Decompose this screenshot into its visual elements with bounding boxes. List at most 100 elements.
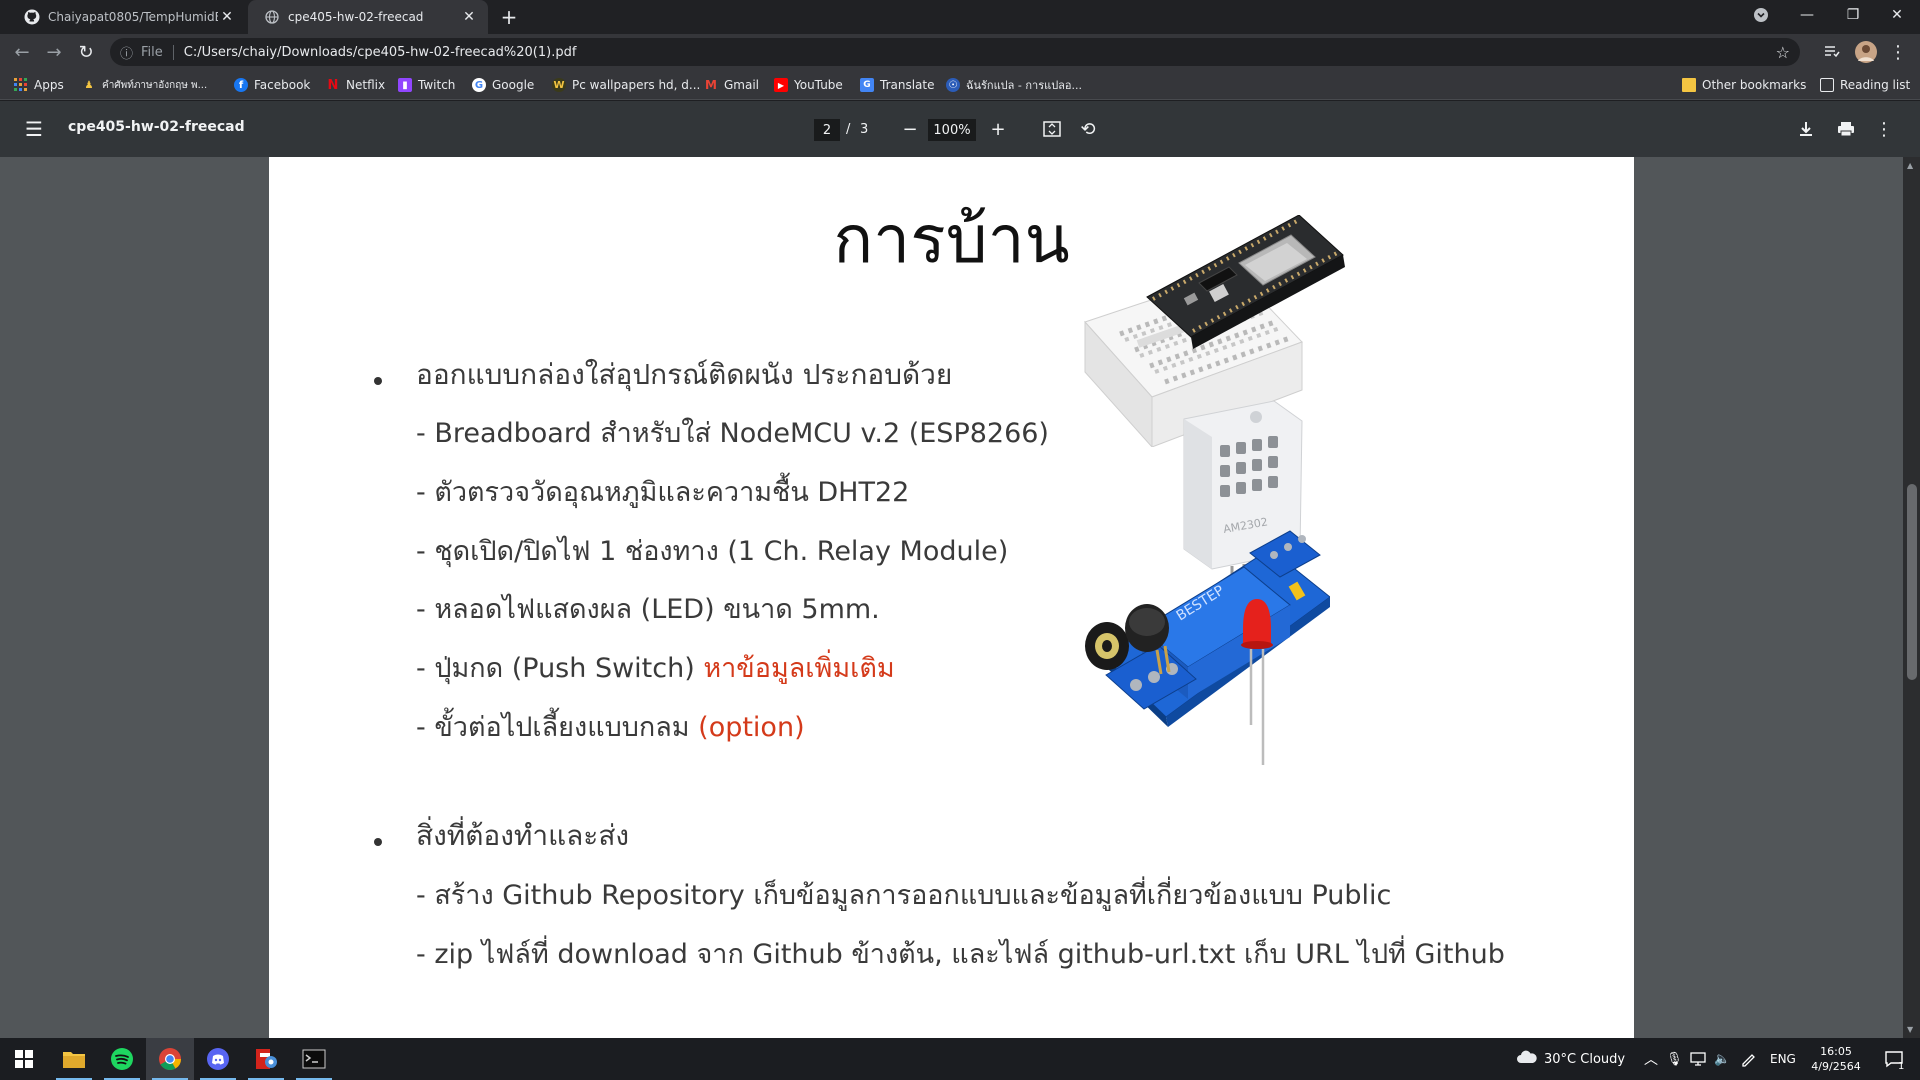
globe-person-icon: ☉ bbox=[946, 78, 960, 92]
rotate-icon[interactable]: ⟲ bbox=[1074, 115, 1102, 143]
tab-strip: Chaiyapat0805/TempHumidBox ✕ cpe405-hw-0… bbox=[0, 0, 1920, 34]
reading-list-icon[interactable] bbox=[1818, 38, 1846, 66]
language-indicator[interactable]: ENG bbox=[1770, 1038, 1796, 1080]
zoom-in-icon[interactable]: + bbox=[984, 115, 1012, 143]
pdf-title: cpe405-hw-02-freecad bbox=[68, 119, 245, 135]
gmail-icon: M bbox=[705, 78, 717, 92]
bookmark-label: ฉันรักแปล - การแปลอ... bbox=[966, 79, 1083, 92]
bookmark-youtube[interactable]: ▶ YouTube bbox=[774, 75, 843, 95]
new-tab-button[interactable]: + bbox=[496, 5, 522, 29]
browser-toolbar: ← → ↻ ⓘ File C:/Users/chaiy/Downloads/cp… bbox=[0, 34, 1920, 70]
close-tab-icon[interactable]: ✕ bbox=[218, 8, 236, 26]
bookmark-star-icon[interactable]: ☆ bbox=[1776, 43, 1790, 62]
other-bookmarks[interactable]: Other bookmarks bbox=[1682, 75, 1806, 95]
hamburger-menu-icon[interactable]: ☰ bbox=[20, 115, 48, 143]
microphone-icon[interactable]: 🎙 bbox=[1666, 1038, 1683, 1080]
terminal-icon[interactable] bbox=[290, 1038, 338, 1080]
forward-icon[interactable]: → bbox=[40, 38, 68, 66]
zoom-input[interactable]: 100% bbox=[928, 119, 976, 141]
volume-icon[interactable]: 🔈 bbox=[1714, 1038, 1730, 1080]
pdf-scrollbar[interactable]: ▲ ▼ bbox=[1903, 157, 1920, 1038]
notification-count: 1 bbox=[1898, 1061, 1905, 1072]
section1-bullet: ออกแบบกล่องใส่อุปกรณ์ติดผนัง ประกอบด้วย bbox=[416, 358, 953, 391]
globe-icon bbox=[264, 9, 280, 25]
weather-widget[interactable]: 30°C Cloudy bbox=[1516, 1038, 1625, 1080]
github-icon bbox=[24, 9, 40, 25]
url-scheme: File bbox=[141, 44, 174, 60]
tab-pdf[interactable]: cpe405-hw-02-freecad ✕ bbox=[248, 0, 488, 34]
bookmark-label: Google bbox=[492, 78, 535, 92]
bookmark-vocab[interactable]: ♟ คำศัพท์ภาษาอังกฤษ พ... bbox=[82, 75, 208, 95]
bookmark-apps[interactable]: Apps bbox=[14, 75, 64, 95]
bullet-dot bbox=[374, 377, 382, 385]
apps-grid-icon bbox=[14, 78, 28, 92]
menu-kebab-icon[interactable]: ⋮ bbox=[1884, 38, 1912, 66]
pdf-viewer[interactable]: การบ้าน ออกแบบกล่องใส่อุปกรณ์ติดผนัง ประ… bbox=[0, 157, 1920, 1038]
discord-icon[interactable] bbox=[194, 1038, 242, 1080]
scroll-up-icon[interactable]: ▲ bbox=[1907, 161, 1913, 170]
profile-dropdown-icon[interactable] bbox=[1738, 0, 1784, 30]
restore-icon[interactable]: ❐ bbox=[1830, 0, 1876, 30]
download-icon[interactable] bbox=[1792, 115, 1820, 143]
avatar[interactable] bbox=[1852, 38, 1880, 66]
item-power-jack: - ขั้วต่อไปเลี้ยงแบบกลม (option) bbox=[416, 705, 805, 748]
network-icon[interactable] bbox=[1690, 1038, 1706, 1080]
bookmark-label: Twitch bbox=[418, 78, 456, 92]
print-icon[interactable] bbox=[1832, 115, 1860, 143]
chrome-icon[interactable] bbox=[146, 1038, 194, 1080]
bookmark-gmail[interactable]: M Gmail bbox=[704, 75, 759, 95]
zoom-out-icon[interactable]: − bbox=[896, 115, 924, 143]
bookmark-netflix[interactable]: N Netflix bbox=[326, 75, 386, 95]
reading-list[interactable]: Reading list bbox=[1820, 75, 1910, 95]
close-tab-icon[interactable]: ✕ bbox=[460, 8, 478, 26]
spotify-icon[interactable] bbox=[98, 1038, 146, 1080]
twitch-icon: ▮ bbox=[398, 78, 412, 92]
freecad-icon[interactable] bbox=[242, 1038, 290, 1080]
scroll-down-icon[interactable]: ▼ bbox=[1907, 1025, 1913, 1034]
notification-center-icon[interactable]: 1 bbox=[1876, 1038, 1912, 1080]
more-actions-icon[interactable]: ⋮ bbox=[1870, 115, 1898, 143]
url-text[interactable]: C:/Users/chaiy/Downloads/cpe405-hw-02-fr… bbox=[184, 45, 577, 60]
file-explorer-icon[interactable] bbox=[50, 1038, 98, 1080]
reload-icon[interactable]: ↻ bbox=[72, 38, 100, 66]
bullet-dot bbox=[374, 838, 382, 846]
bookmark-twitch[interactable]: ▮ Twitch bbox=[398, 75, 455, 95]
reading-list-icon bbox=[1820, 78, 1834, 92]
clock[interactable]: 16:05 4/9/2564 bbox=[1806, 1038, 1866, 1080]
minimize-icon[interactable]: — bbox=[1784, 0, 1830, 30]
bookmark-facebook[interactable]: f Facebook bbox=[234, 75, 310, 95]
item-breadboard: - Breadboard สำหรับใส่ NodeMCU v.2 (ESP8… bbox=[416, 418, 1049, 449]
bookmark-wallpapers[interactable]: W Pc wallpapers hd, d... bbox=[552, 75, 700, 95]
wallpaper-icon: W bbox=[552, 78, 566, 92]
item-relay: - ชุดเปิด/ปิดไฟ 1 ช่องทาง (1 Ch. Relay M… bbox=[416, 536, 1009, 567]
fit-page-icon[interactable] bbox=[1038, 115, 1066, 143]
bookmark-label: คำศัพท์ภาษาอังกฤษ พ... bbox=[102, 79, 208, 91]
switch-label: - ปุ่มกด (Push Switch) bbox=[416, 653, 704, 684]
info-icon[interactable]: ⓘ bbox=[120, 43, 133, 62]
page-number-input[interactable]: 2 bbox=[814, 119, 840, 141]
netflix-icon: N bbox=[327, 77, 339, 93]
bookmark-translate[interactable]: G Translate bbox=[860, 75, 935, 95]
slide-heading: การบ้าน bbox=[833, 201, 1070, 278]
scroll-thumb[interactable] bbox=[1907, 484, 1917, 680]
bookmarks-bar: Apps ♟ คำศัพท์ภาษาอังกฤษ พ... f Facebook… bbox=[0, 70, 1920, 100]
bookmark-google[interactable]: G Google bbox=[472, 75, 534, 95]
power-label: - ขั้วต่อไปเลี้ยงแบบกลม bbox=[416, 712, 699, 743]
translate-icon: G bbox=[860, 78, 874, 92]
switch-note: หาข้อมูลเพิ่มเติม bbox=[703, 653, 895, 684]
tray-overflow-icon[interactable]: ︿ bbox=[1644, 1038, 1658, 1080]
google-icon: G bbox=[472, 78, 486, 92]
facebook-icon: f bbox=[234, 78, 248, 92]
tab-github[interactable]: Chaiyapat0805/TempHumidBox ✕ bbox=[8, 0, 246, 34]
bookmark-label: Netflix bbox=[346, 78, 386, 92]
item-dht22: - ตัวตรวจวัดอุณหภูมิและความชื้น DHT22 bbox=[416, 477, 910, 508]
weather-text: 30°C Cloudy bbox=[1544, 1051, 1626, 1067]
start-button[interactable] bbox=[0, 1038, 48, 1080]
cloud-icon bbox=[1516, 1050, 1538, 1068]
address-bar[interactable]: ⓘ File C:/Users/chaiy/Downloads/cpe405-h… bbox=[110, 38, 1800, 66]
back-icon[interactable]: ← bbox=[8, 38, 36, 66]
close-window-icon[interactable]: ✕ bbox=[1874, 0, 1920, 30]
pen-icon[interactable] bbox=[1740, 1038, 1756, 1080]
item-led: - หลอดไฟแสดงผล (LED) ขนาด 5mm. bbox=[416, 594, 880, 625]
bookmark-translate-th[interactable]: ☉ ฉันรักแปล - การแปลอ... bbox=[946, 75, 1082, 95]
